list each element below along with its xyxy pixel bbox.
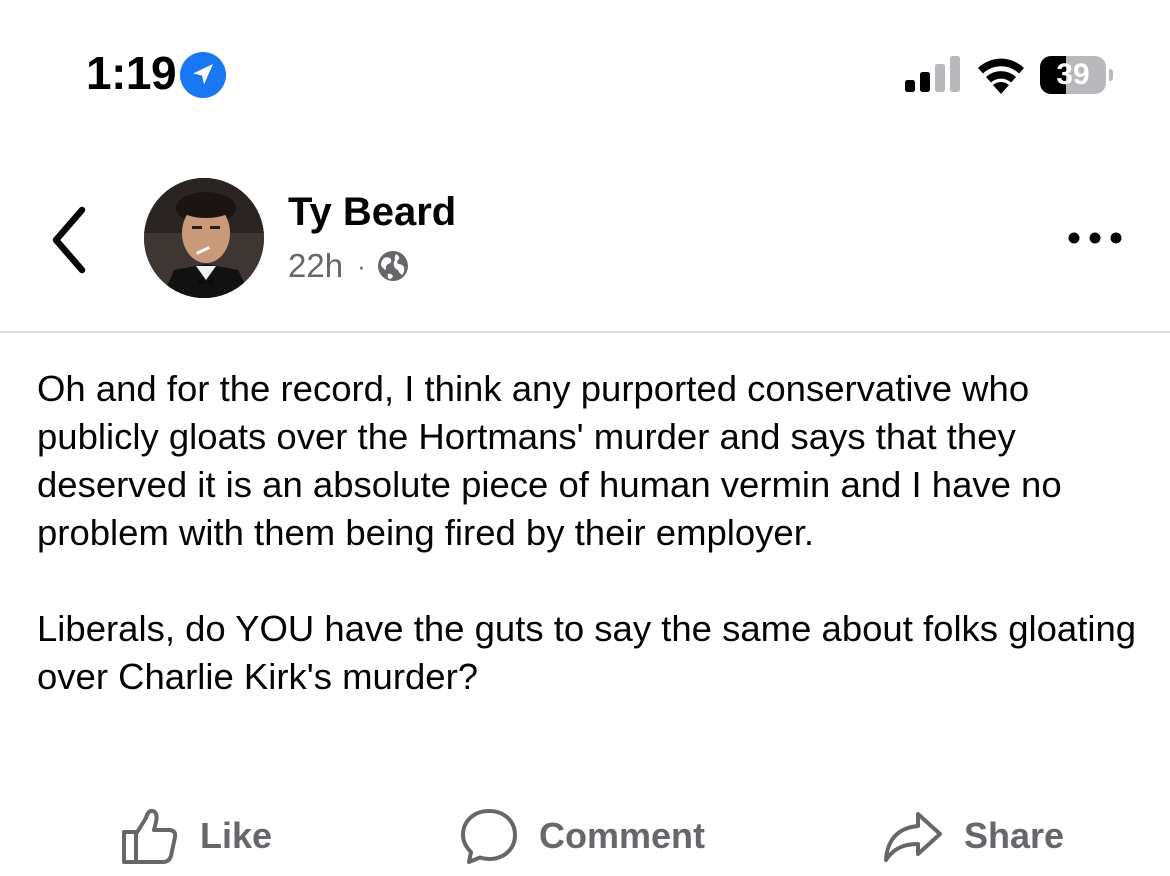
like-label: Like <box>200 815 273 856</box>
post-header: Ty Beard 22h · <box>0 150 1170 332</box>
battery-nub <box>1109 69 1113 81</box>
speech-bubble-icon <box>461 809 517 864</box>
comment-label: Comment <box>539 815 706 856</box>
post-meta: 22h · <box>288 246 410 286</box>
back-button[interactable] <box>40 200 100 280</box>
post-timestamp[interactable]: 22h <box>288 247 343 285</box>
header-divider <box>0 331 1170 333</box>
battery-indicator: 39 <box>1040 56 1113 94</box>
share-button[interactable]: Share <box>882 796 1064 876</box>
chevron-left-icon <box>52 206 86 274</box>
comment-button[interactable]: Comment <box>459 796 705 876</box>
cellular-signal-icon <box>905 56 960 92</box>
meta-separator: · <box>357 250 366 281</box>
status-bar: 1:19 39 <box>0 0 1170 150</box>
action-bar: Like Comment Share <box>0 796 1170 876</box>
battery-level: 39 <box>1056 58 1090 91</box>
globe-icon <box>377 251 408 281</box>
location-arrow-icon <box>180 52 226 98</box>
author-name[interactable]: Ty Beard <box>288 190 456 235</box>
avatar[interactable] <box>144 178 264 298</box>
like-button[interactable]: Like <box>120 796 272 876</box>
thumbs-up-icon <box>122 808 178 864</box>
profile-photo <box>144 178 264 298</box>
status-time: 1:19 <box>86 47 177 99</box>
share-arrow-icon <box>884 812 942 862</box>
post-text: Oh and for the record, I think any purpo… <box>37 365 1137 701</box>
share-label: Share <box>964 815 1065 856</box>
wifi-icon <box>978 58 1024 94</box>
battery-body: 39 <box>1040 56 1106 94</box>
more-options-button[interactable] <box>1060 220 1130 256</box>
post-paragraph: Liberals, do YOU have the guts to say th… <box>37 608 1137 697</box>
post-paragraph: Oh and for the record, I think any purpo… <box>37 368 1062 553</box>
